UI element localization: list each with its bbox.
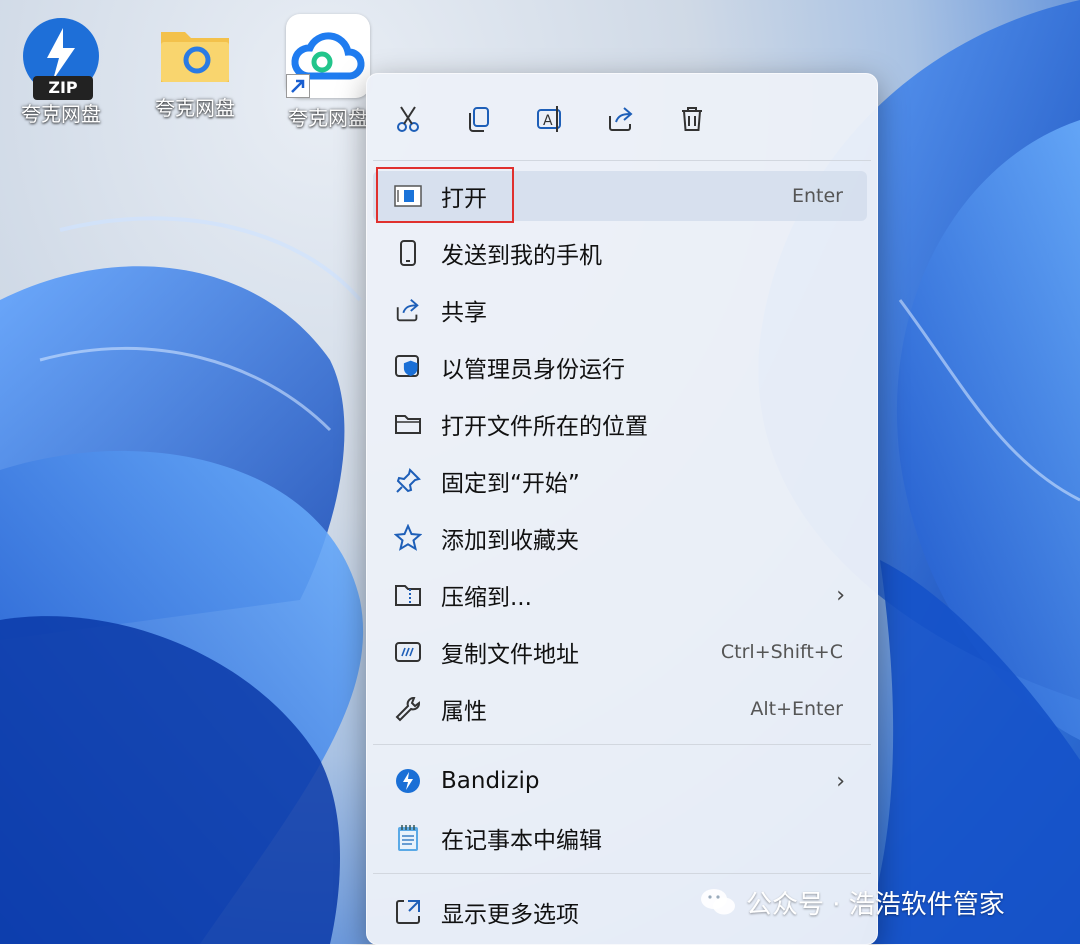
phone-icon [393, 238, 423, 268]
delete-button[interactable] [667, 94, 717, 144]
copy-button[interactable] [454, 94, 504, 144]
menu-item-label: 属性 [441, 699, 487, 725]
menu-item-label: 发送到我的手机 [441, 243, 602, 269]
menu-item-label: 共享 [441, 300, 487, 326]
menu-item-open-location[interactable]: 打开文件所在的位置 [373, 399, 867, 449]
menu-item-send-to-phone[interactable]: 发送到我的手机 [373, 228, 867, 278]
zip-badge: ZIP [33, 76, 93, 100]
folder-icon [157, 24, 233, 88]
bandizip-icon [393, 766, 423, 796]
menu-item-edit-in-notepad[interactable]: 在记事本中编辑 [373, 813, 867, 863]
rename-button[interactable]: A [525, 94, 575, 144]
menu-item-add-to-favorites[interactable]: 添加到收藏夹 [373, 513, 867, 563]
quark-cloud-icon [286, 14, 370, 98]
more-options-icon [393, 897, 423, 927]
notepad-icon [393, 823, 423, 853]
menu-item-label: 显示更多选项 [441, 902, 579, 928]
menu-item-label: 压缩到... [441, 585, 532, 611]
wechat-icon [700, 887, 736, 917]
menu-item-pin-to-start[interactable]: 固定到“开始” [373, 456, 867, 506]
watermark-text: 公众号 · 浩浩软件管家 [746, 889, 1005, 920]
menu-item-compress-to[interactable]: 压缩到... › [373, 570, 867, 620]
pin-icon [393, 466, 423, 496]
shortcut-hint: Alt+Enter [750, 698, 843, 720]
rename-icon: A [537, 106, 561, 132]
shortcut-arrow-icon [286, 74, 310, 98]
menu-item-run-as-admin[interactable]: 以管理员身份运行 [373, 342, 867, 392]
desktop-icon-label: 夸克网盘 [21, 102, 101, 126]
menu-separator [373, 160, 871, 161]
copy-path-icon [393, 637, 423, 667]
desktop-icon-label: 夸克网盘 [155, 96, 235, 120]
menu-item-label: Bandizip [441, 768, 540, 794]
menu-item-share[interactable]: 共享 [373, 285, 867, 335]
copy-icon [469, 107, 489, 132]
menu-item-label: 以管理员身份运行 [441, 357, 625, 383]
desktop-icon-quark-folder[interactable]: 夸克网盘 [140, 14, 250, 121]
shortcut-hint: Enter [792, 185, 843, 207]
cut-icon [397, 106, 419, 132]
quark-zip-icon: ZIP [23, 18, 99, 100]
desktop-icon-quark-zip[interactable]: ZIP 夸克网盘 [6, 14, 116, 127]
share-icon [609, 107, 633, 131]
watermark: 公众号 · 浩浩软件管家 [700, 882, 1005, 922]
chevron-right-icon: › [836, 768, 845, 794]
folder-icon [393, 409, 423, 439]
menu-separator [373, 873, 871, 874]
menu-item-label: 打开文件所在的位置 [441, 414, 648, 440]
menu-item-label: 固定到“开始” [441, 471, 580, 497]
admin-shield-icon [393, 352, 423, 382]
chevron-right-icon: › [836, 582, 845, 608]
wrench-icon [393, 694, 423, 724]
menu-item-bandizip[interactable]: Bandizip › [373, 756, 867, 806]
menu-item-properties[interactable]: 属性 Alt+Enter [373, 684, 867, 734]
context-menu-toolbar: A [367, 74, 877, 160]
share-icon [393, 295, 423, 325]
menu-item-label: 在记事本中编辑 [441, 828, 602, 854]
menu-item-label: 复制文件地址 [441, 642, 579, 668]
shortcut-hint: Ctrl+Shift+C [720, 641, 843, 663]
zip-folder-icon [393, 580, 423, 610]
share-button[interactable] [596, 94, 646, 144]
menu-item-copy-path[interactable]: 复制文件地址 Ctrl+Shift+C [373, 627, 867, 677]
delete-icon [682, 107, 702, 131]
cut-button[interactable] [383, 94, 433, 144]
menu-item-label: 添加到收藏夹 [441, 528, 579, 554]
svg-text:A: A [543, 113, 553, 129]
annotation-highlight-box [376, 167, 514, 223]
menu-separator [373, 744, 871, 745]
star-icon [393, 523, 423, 553]
